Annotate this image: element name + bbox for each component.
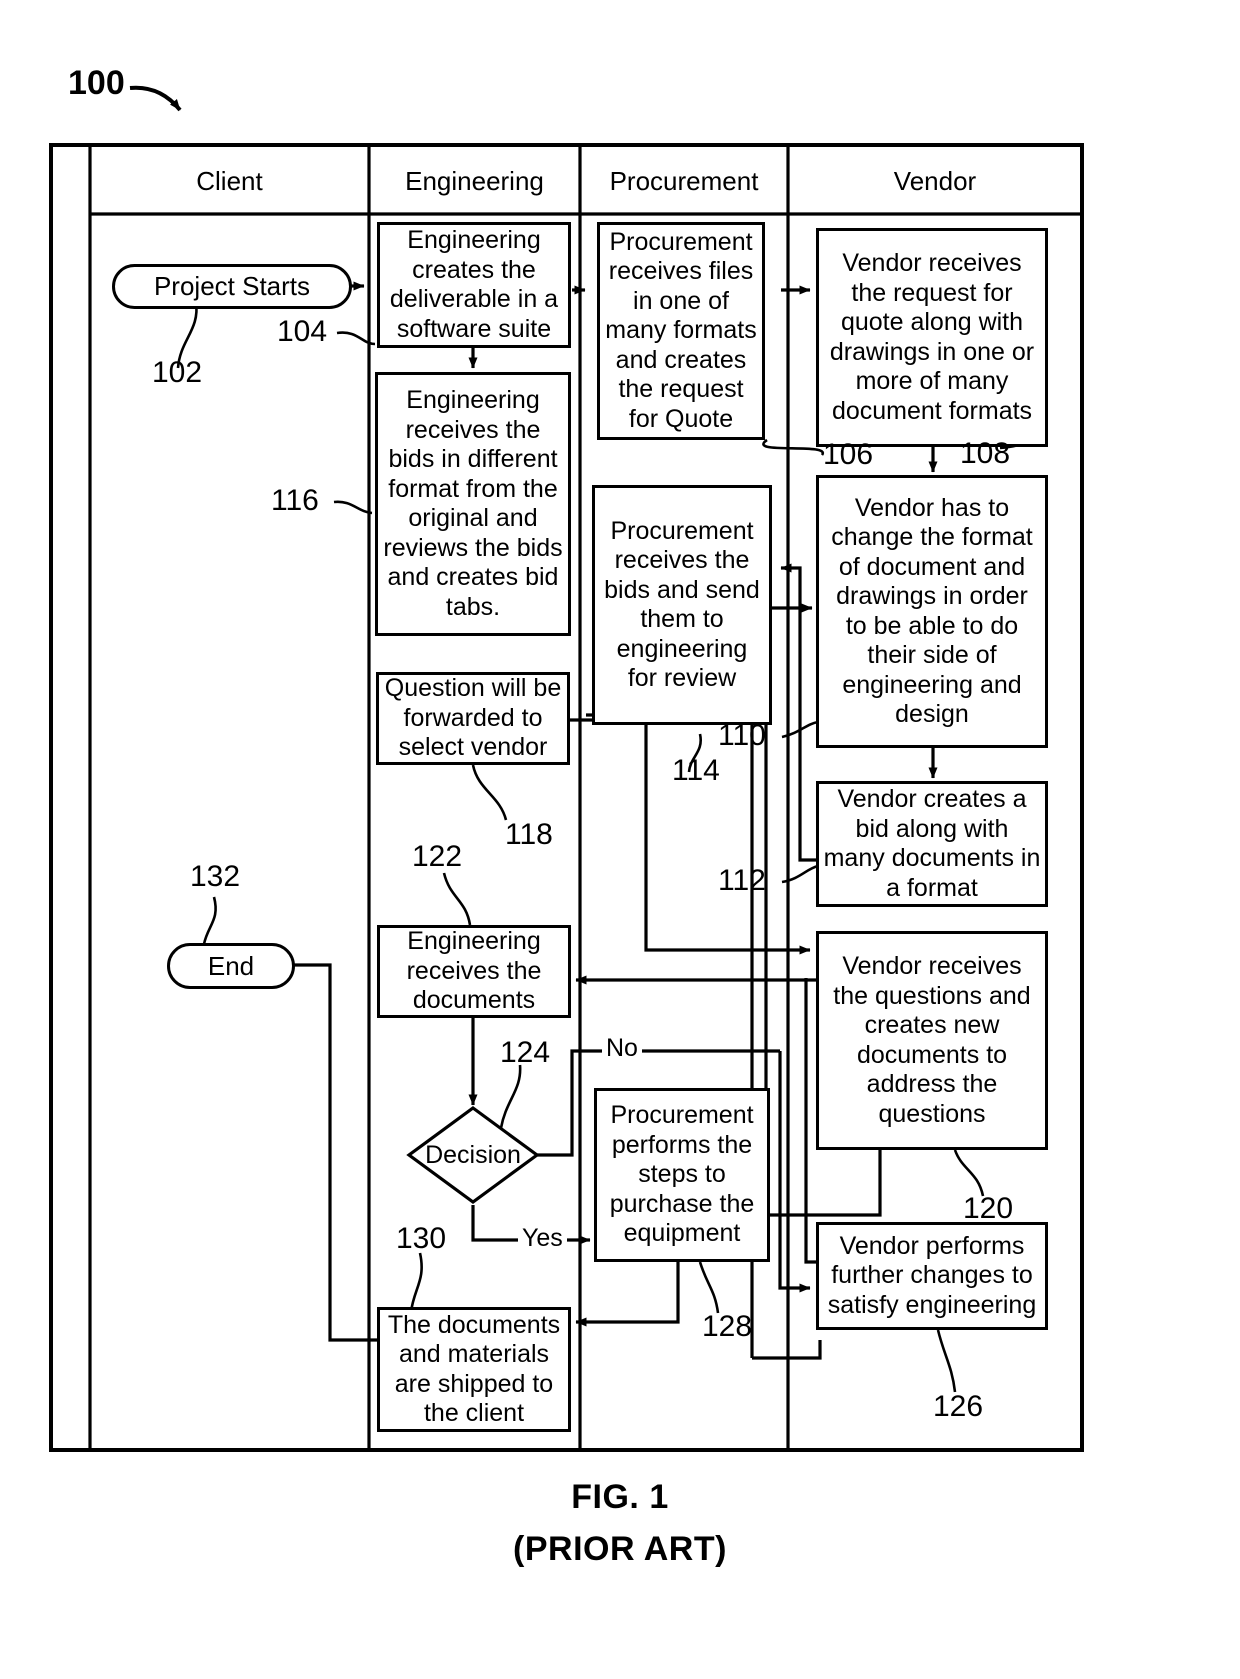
ref-108: 108	[960, 437, 1011, 470]
lane-header-client: Client	[196, 165, 263, 196]
figure-caption-line-1: FIG. 1	[571, 1478, 669, 1516]
ref-112: 112	[718, 864, 766, 897]
ref-106: 106	[823, 438, 874, 471]
branch-label-no: No	[602, 1034, 642, 1063]
node-vendor-change-format: Vendor has to change the format of docum…	[816, 475, 1048, 748]
ref-120: 120	[963, 1192, 1014, 1225]
ref-102: 102	[152, 356, 203, 389]
ref-104: 104	[277, 315, 328, 348]
node-vendor-receives-questions: Vendor receives the questions and create…	[816, 931, 1048, 1150]
ref-110: 110	[718, 719, 766, 752]
node-end: End	[167, 943, 295, 989]
ref-130: 130	[396, 1222, 447, 1255]
node-procurement-purchase: Procurement performs the steps to purcha…	[594, 1088, 770, 1262]
ref-118: 118	[505, 818, 553, 851]
ref-126: 126	[933, 1390, 984, 1423]
node-engineering-creates-deliverable: Engineering creates the deliverable in a…	[377, 222, 571, 348]
node-project-starts: Project Starts	[112, 264, 352, 309]
ref-116: 116	[271, 484, 319, 517]
node-engineering-receives-documents: Engineering receives the documents	[377, 925, 571, 1018]
node-procurement-receives-bids: Procurement receives the bids and send t…	[592, 485, 772, 725]
node-engineering-receives-bids: Engineering receives the bids in differe…	[375, 372, 571, 636]
figure-caption-line-2: (PRIOR ART)	[513, 1530, 727, 1568]
branch-label-yes: Yes	[518, 1224, 567, 1253]
node-procurement-receives-files: Procurement receives files in one of man…	[597, 222, 765, 440]
node-documents-shipped: The documents and materials are shipped …	[377, 1307, 571, 1432]
lane-header-engineering: Engineering	[405, 165, 544, 196]
ref-114: 114	[672, 754, 720, 787]
patent-figure: 100 Client Engineering Procurement Vendo…	[0, 0, 1240, 1679]
node-question-forwarded: Question will be forwarded to select ven…	[376, 672, 570, 765]
node-vendor-further-changes: Vendor performs further changes to satis…	[816, 1222, 1048, 1330]
ref-124: 124	[500, 1036, 551, 1069]
lane-header-vendor: Vendor	[893, 165, 977, 196]
figure-numeral-100: 100	[68, 64, 125, 102]
ref-132: 132	[190, 860, 241, 893]
lane-header-procurement: Procurement	[609, 165, 759, 196]
ref-128: 128	[702, 1310, 753, 1343]
node-vendor-creates-bid: Vendor creates a bid along with many doc…	[816, 781, 1048, 907]
node-vendor-receives-rfq: Vendor receives the request for quote al…	[816, 228, 1048, 447]
ref-122: 122	[412, 840, 463, 873]
